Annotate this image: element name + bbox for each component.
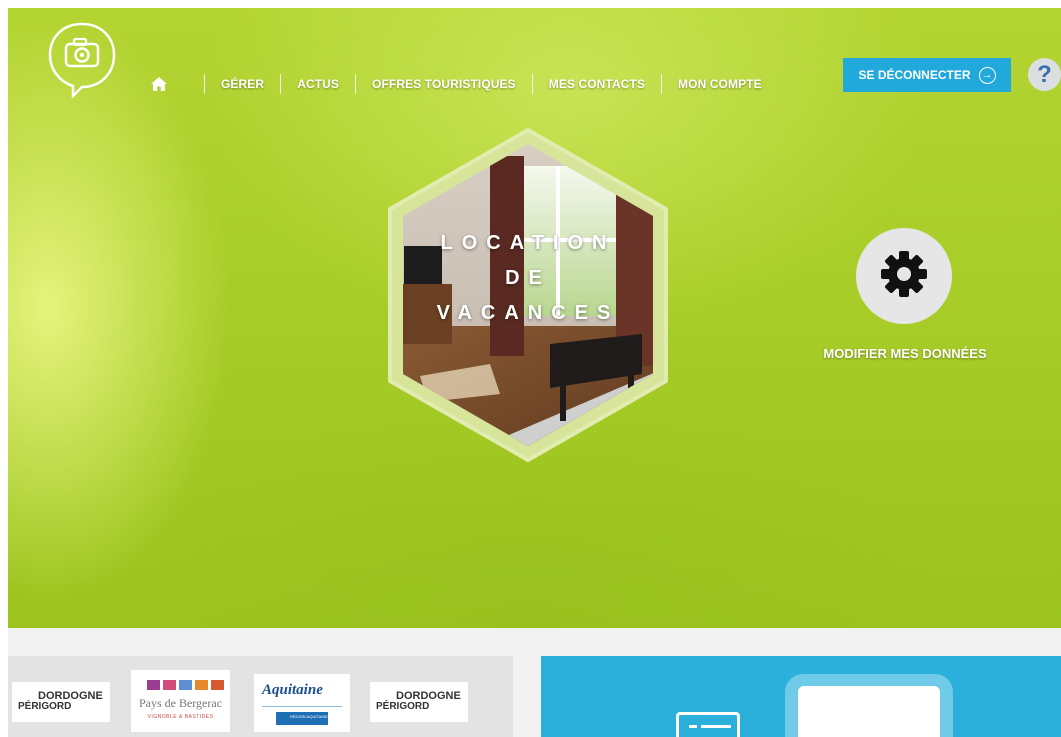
- logout-label: SE DÉCONNECTER: [858, 68, 971, 82]
- list-icon: [676, 712, 740, 737]
- nav-divider: [661, 74, 663, 94]
- nav-divider: [204, 74, 205, 94]
- tablet-screen: [798, 686, 940, 737]
- home-icon[interactable]: [148, 73, 170, 95]
- partner-dordogne-logo[interactable]: DORDOGNE PÉRIGORD: [12, 682, 110, 722]
- camera-logo-icon[interactable]: [46, 20, 118, 100]
- gear-icon: [879, 249, 929, 304]
- nav-item-actus[interactable]: ACTUS: [297, 77, 339, 91]
- partner-bergerac-logo[interactable]: Pays de Bergerac VIGNOBLE & BASTIDES: [131, 670, 230, 732]
- partner-dordogne-logo-2[interactable]: DORDOGNE PÉRIGORD: [370, 682, 468, 722]
- nav-item-mon-compte[interactable]: MON COMPTE: [678, 77, 762, 91]
- tablet-icon: [785, 674, 953, 737]
- nav-divider: [280, 74, 282, 94]
- bergerac-color-squares: [147, 680, 224, 690]
- partners-logos: DORDOGNE PÉRIGORD Pays de Bergerac VIGNO…: [8, 656, 513, 737]
- partner-aquitaine-logo[interactable]: Aquitaine RÉGION AQUITAINE: [254, 674, 350, 732]
- main-nav: GÉRER ACTUS OFFRES TOURISTIQUES MES CONT…: [148, 66, 762, 102]
- help-button[interactable]: ?: [1028, 58, 1061, 91]
- bergerac-name: Pays de Bergerac: [138, 696, 223, 710]
- aquitaine-region-badge: RÉGION AQUITAINE: [276, 712, 328, 725]
- hero-banner: GÉRER ACTUS OFFRES TOURISTIQUES MES CONT…: [8, 8, 1061, 628]
- settings-button[interactable]: [856, 228, 952, 324]
- partner-dordogne-2-bottom: PÉRIGORD: [376, 701, 430, 712]
- modify-data-link[interactable]: MODIFIER MES DONNÉES: [794, 346, 1016, 361]
- nav-item-gerer[interactable]: GÉRER: [221, 77, 264, 91]
- nav-divider: [531, 74, 533, 94]
- nav-divider: [355, 74, 357, 94]
- location-vacances-title: LOCATION DE VACANCES: [436, 232, 620, 324]
- partner-dordogne-bottom: PÉRIGORD: [18, 701, 72, 712]
- arrow-right-circle-icon: →: [978, 66, 996, 84]
- nav-item-mes-contacts[interactable]: MES CONTACTS: [549, 77, 645, 91]
- app-promo-panel: [541, 656, 1061, 737]
- nav-item-offres-touristiques[interactable]: OFFRES TOURISTIQUES: [372, 77, 516, 91]
- aquitaine-region-label: RÉGION AQUITAINE: [290, 714, 328, 719]
- bergerac-tagline: VIGNOBLE & BASTIDES: [147, 714, 214, 720]
- page: GÉRER ACTUS OFFRES TOURISTIQUES MES CONT…: [0, 0, 1061, 737]
- aquitaine-divider: [262, 706, 342, 707]
- aquitaine-name: Aquitaine: [262, 682, 323, 698]
- logout-button[interactable]: SE DÉCONNECTER →: [843, 58, 1011, 92]
